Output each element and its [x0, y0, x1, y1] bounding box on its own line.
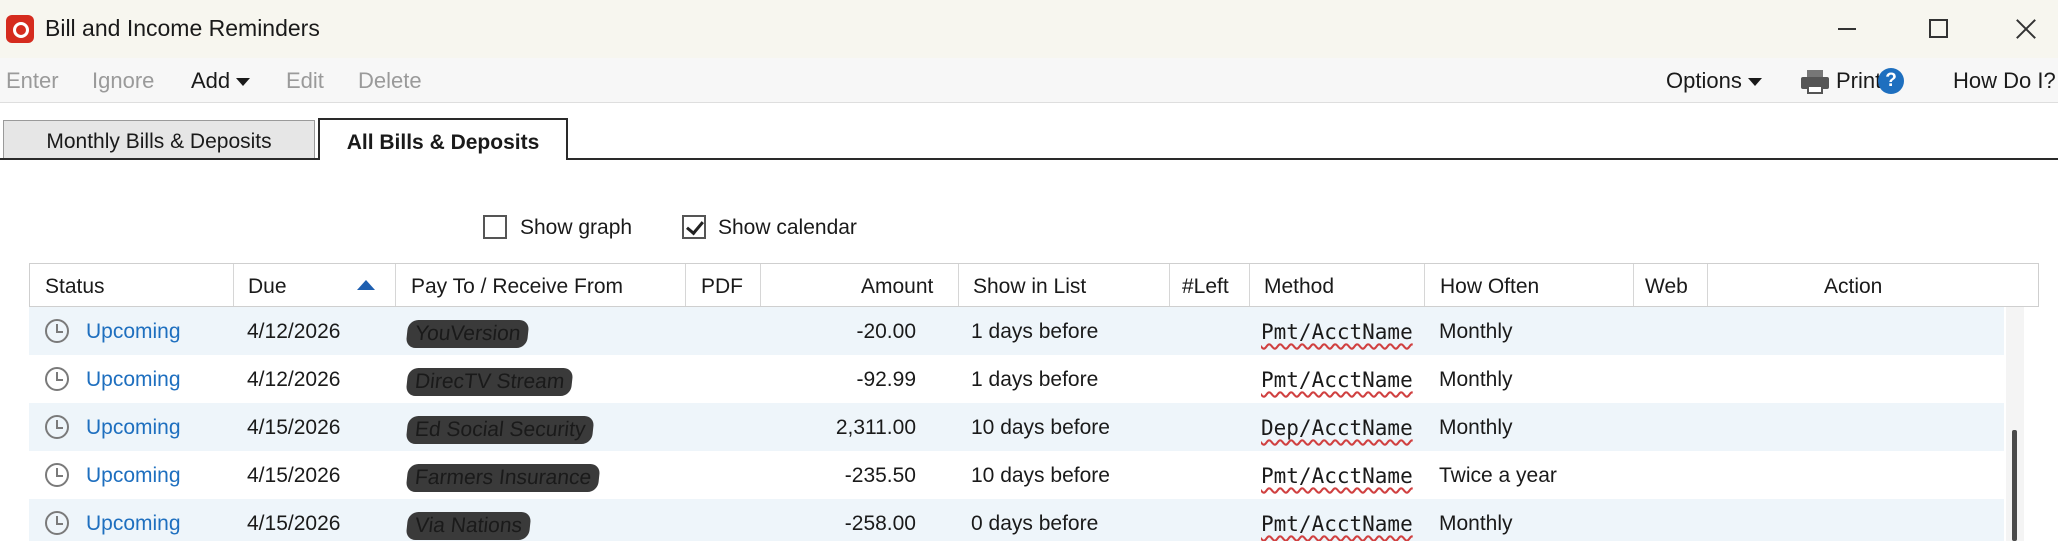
edit-button[interactable]: Edit [286, 68, 324, 94]
amount: -92.99 [856, 368, 916, 391]
table-row[interactable]: Upcoming 4/15/2026 Via Nations -258.00 0… [29, 499, 2004, 541]
add-label: Add [191, 68, 231, 93]
maximize-button[interactable] [1918, 10, 1958, 48]
clock-icon [45, 319, 69, 343]
col-web[interactable]: Web [1645, 275, 1688, 299]
window-title: Bill and Income Reminders [45, 15, 320, 41]
method-field[interactable]: Pmt/AcctName [1261, 320, 1413, 344]
help-icon[interactable]: ? [1878, 68, 1904, 94]
title-bar: Bill and Income Reminders [0, 0, 2058, 58]
print-button[interactable]: Print [1836, 68, 1881, 94]
enter-button[interactable]: Enter [6, 68, 59, 94]
col-amount[interactable]: Amount [861, 275, 933, 299]
table-row[interactable]: Upcoming 4/15/2026 Farmers Insurance -23… [29, 451, 2004, 499]
grid-header: Status Due Pay To / Receive From PDF Amo… [29, 263, 2039, 307]
status-link[interactable]: Upcoming [86, 320, 181, 344]
payee-name: YouVersion [405, 320, 530, 348]
col-divider[interactable] [233, 264, 234, 306]
method-field[interactable]: Pmt/AcctName [1261, 464, 1413, 488]
tab-monthly-bills[interactable]: Monthly Bills & Deposits [3, 120, 315, 158]
sort-ascending-icon [357, 280, 375, 290]
due-date: 4/15/2026 [247, 512, 341, 535]
col-payee[interactable]: Pay To / Receive From [411, 275, 623, 299]
status-link[interactable]: Upcoming [86, 416, 181, 440]
col-divider[interactable] [395, 264, 396, 306]
col-divider[interactable] [1633, 264, 1634, 306]
options-menu-button[interactable]: Options [1666, 68, 1762, 94]
clock-icon [45, 415, 69, 439]
col-pdf[interactable]: PDF [701, 275, 743, 299]
col-divider[interactable] [1169, 264, 1170, 306]
printer-icon[interactable] [1801, 70, 1829, 94]
method-field[interactable]: Pmt/AcctName [1261, 512, 1413, 536]
col-action[interactable]: Action [1824, 275, 1882, 299]
how-often: Monthly [1439, 512, 1513, 535]
add-menu-button[interactable]: Add [191, 68, 251, 94]
col-how-often[interactable]: How Often [1440, 275, 1539, 299]
how-often: Twice a year [1439, 464, 1557, 487]
show-in-list: 1 days before [971, 320, 1099, 343]
active-tab-gap [320, 157, 566, 161]
col-divider[interactable] [1707, 264, 1708, 306]
col-left[interactable]: #Left [1182, 275, 1229, 299]
scrollbar-thumb[interactable] [2012, 430, 2017, 541]
due-date: 4/12/2026 [247, 368, 341, 391]
method-field[interactable]: Pmt/AcctName [1261, 368, 1413, 392]
amount: 2,311.00 [835, 416, 916, 439]
col-divider[interactable] [760, 264, 761, 306]
method-field[interactable]: Dep/AcctName [1261, 416, 1413, 440]
ignore-button[interactable]: Ignore [92, 68, 154, 94]
show-calendar-label[interactable]: Show calendar [718, 216, 857, 240]
show-in-list: 0 days before [971, 512, 1099, 535]
show-in-list: 10 days before [971, 464, 1110, 487]
show-in-list: 1 days before [971, 368, 1099, 391]
col-status[interactable]: Status [45, 275, 105, 299]
options-label: Options [1666, 68, 1742, 93]
payee-name: DirecTV Stream [405, 368, 574, 396]
status-link[interactable]: Upcoming [86, 512, 181, 536]
how-often: Monthly [1439, 416, 1513, 439]
clock-icon [45, 367, 69, 391]
close-button[interactable] [2008, 10, 2048, 48]
table-row[interactable]: Upcoming 4/15/2026 Ed Social Security 2,… [29, 403, 2004, 451]
payee-name: Via Nations [405, 512, 532, 540]
tab-all-bills[interactable]: All Bills & Deposits [318, 118, 568, 160]
col-show-in-list[interactable]: Show in List [973, 275, 1086, 299]
how-often: Monthly [1439, 368, 1513, 391]
delete-button[interactable]: Delete [358, 68, 422, 94]
due-date: 4/15/2026 [247, 416, 341, 439]
payee-name: Farmers Insurance [405, 464, 601, 492]
col-divider[interactable] [958, 264, 959, 306]
show-graph-label[interactable]: Show graph [520, 216, 632, 240]
clock-icon [45, 463, 69, 487]
col-method[interactable]: Method [1264, 275, 1334, 299]
quicken-logo-icon [6, 15, 34, 43]
col-divider[interactable] [685, 264, 686, 306]
amount: -235.50 [844, 464, 916, 487]
status-link[interactable]: Upcoming [86, 464, 181, 488]
chevron-down-icon [236, 78, 251, 87]
minimize-button[interactable] [1828, 10, 1868, 48]
col-divider[interactable] [1424, 264, 1425, 306]
due-date: 4/15/2026 [247, 464, 341, 487]
col-divider[interactable] [1249, 264, 1250, 306]
status-link[interactable]: Upcoming [86, 368, 181, 392]
chevron-down-icon [1747, 78, 1762, 87]
due-date: 4/12/2026 [247, 320, 341, 343]
table-row[interactable]: Upcoming 4/12/2026 DirecTV Stream -92.99… [29, 355, 2004, 403]
show-calendar-checkbox[interactable] [682, 215, 706, 239]
how-often: Monthly [1439, 320, 1513, 343]
clock-icon [45, 511, 69, 535]
payee-name: Ed Social Security [405, 416, 595, 444]
amount: -258.00 [844, 512, 916, 535]
tab-strip-border [0, 158, 2058, 160]
table-row[interactable]: Upcoming 4/12/2026 YouVersion -20.00 1 d… [29, 307, 2004, 355]
show-in-list: 10 days before [971, 416, 1110, 439]
show-graph-checkbox[interactable] [483, 215, 507, 239]
how-do-i-button[interactable]: How Do I? [1953, 68, 2056, 94]
amount: -20.00 [856, 320, 916, 343]
col-due[interactable]: Due [248, 275, 287, 299]
